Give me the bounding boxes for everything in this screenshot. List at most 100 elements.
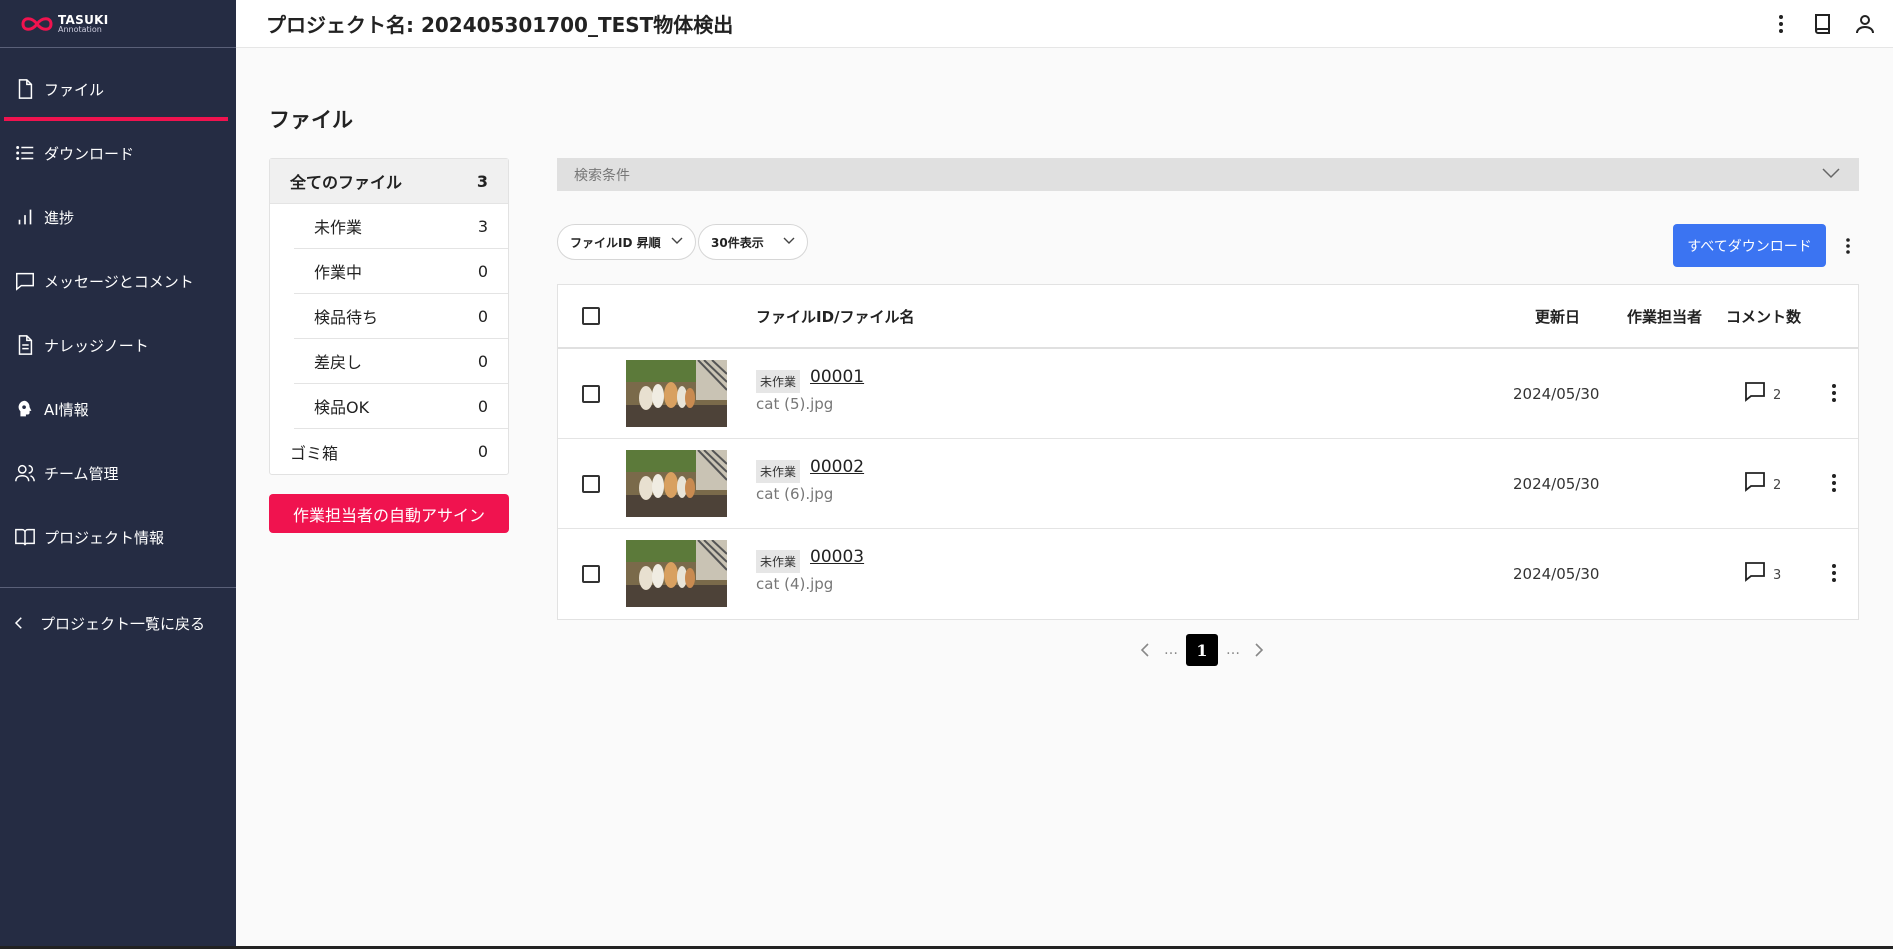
chat-icon bbox=[14, 270, 36, 292]
book-icon bbox=[14, 526, 36, 548]
file-thumbnail[interactable] bbox=[626, 360, 727, 427]
chevron-right-icon bbox=[1255, 643, 1264, 657]
chat-icon bbox=[1745, 472, 1765, 492]
file-id-link[interactable]: 00002 bbox=[810, 457, 864, 477]
filter-label: 検品待ち bbox=[314, 308, 379, 327]
search-label: 検索条件 bbox=[574, 167, 630, 184]
column-header-comments: コメント数 bbox=[1726, 307, 1802, 326]
auto-assign-button[interactable]: 作業担当者の自動アサイン bbox=[269, 494, 509, 533]
search-conditions-toggle[interactable]: 検索条件 bbox=[557, 158, 1859, 191]
row-menu-button[interactable] bbox=[1822, 379, 1846, 407]
filter-in-progress[interactable]: 作業中 0 bbox=[294, 249, 508, 294]
file-thumbnail[interactable] bbox=[626, 450, 727, 517]
sidebar-item-progress[interactable]: 進捗 bbox=[0, 185, 236, 249]
column-header-file[interactable]: ファイルID/ファイル名 bbox=[756, 306, 915, 327]
chevron-left-icon bbox=[10, 612, 28, 634]
filter-returned[interactable]: 差戻し 0 bbox=[294, 339, 508, 384]
download-all-button[interactable]: すべてダウンロード bbox=[1673, 224, 1826, 267]
filter-not-started[interactable]: 未作業 3 bbox=[294, 204, 508, 249]
section-title: ファイル bbox=[269, 108, 353, 132]
sidebar-item-messages[interactable]: メッセージとコメント bbox=[0, 249, 236, 313]
filter-count: 3 bbox=[476, 171, 488, 191]
kebab-icon bbox=[1832, 474, 1836, 492]
column-header-updated[interactable]: 更新日 bbox=[1535, 306, 1580, 327]
bar-chart-icon bbox=[14, 206, 36, 228]
next-page-button[interactable] bbox=[1248, 635, 1270, 665]
back-to-projects-link[interactable]: プロジェクト一覧に戻る bbox=[0, 588, 236, 658]
sidebar-item-label: ナレッジノート bbox=[44, 336, 149, 355]
sidebar-item-label: AI情報 bbox=[44, 400, 89, 419]
comment-count-button[interactable]: 3 bbox=[1743, 559, 1781, 583]
row-menu-button[interactable] bbox=[1822, 469, 1846, 497]
page-number-current[interactable]: 1 bbox=[1186, 634, 1218, 666]
user-account-button[interactable] bbox=[1851, 10, 1879, 38]
page-title: プロジェクト名: 202405301700_TEST物体検出 bbox=[266, 13, 734, 37]
table-row[interactable]: 未作業 00002 cat (6).jpg 2024/05/30 2 bbox=[558, 439, 1858, 529]
sidebar-nav: ファイル ダウンロード 進捗 メッセージとコメント ナレッジノート AI情報 チ… bbox=[0, 57, 236, 569]
more-menu-button[interactable] bbox=[1767, 10, 1795, 38]
sidebar-item-ai-info[interactable]: AI情報 bbox=[0, 377, 236, 441]
filter-count: 0 bbox=[477, 442, 488, 461]
sidebar-item-label: チーム管理 bbox=[44, 464, 119, 483]
user-icon bbox=[1856, 14, 1874, 33]
pagination-ellipsis: … bbox=[1164, 642, 1178, 658]
table-row[interactable]: 未作業 00003 cat (4).jpg 2024/05/30 3 bbox=[558, 529, 1858, 619]
row-checkbox[interactable] bbox=[582, 475, 600, 493]
file-id-link[interactable]: 00001 bbox=[810, 367, 864, 387]
sidebar-item-label: ファイル bbox=[44, 80, 105, 99]
table-header: ファイルID/ファイル名 更新日 作業担当者 コメント数 bbox=[558, 285, 1858, 349]
status-badge: 未作業 bbox=[756, 460, 801, 483]
status-badge: 未作業 bbox=[756, 370, 801, 393]
filter-trash[interactable]: ゴミ箱 0 bbox=[270, 429, 508, 474]
sidebar-item-project-info[interactable]: プロジェクト情報 bbox=[0, 505, 236, 569]
column-header-assignee: 作業担当者 bbox=[1627, 307, 1703, 326]
filter-all-files[interactable]: 全てのファイル 3 bbox=[270, 159, 508, 204]
per-page-select[interactable]: 30件表示 bbox=[698, 224, 808, 260]
filter-inspection-ok[interactable]: 検品OK 0 bbox=[294, 384, 508, 429]
ai-head-icon bbox=[14, 398, 36, 420]
sidebar-item-files[interactable]: ファイル bbox=[0, 57, 236, 121]
comment-count-button[interactable]: 2 bbox=[1743, 469, 1781, 493]
file-name: cat (5).jpg bbox=[756, 395, 834, 413]
manual-button[interactable] bbox=[1809, 10, 1837, 38]
filter-count: 0 bbox=[477, 351, 488, 371]
sort-select[interactable]: ファイルID 昇順 bbox=[557, 224, 696, 260]
comment-count-button[interactable]: 2 bbox=[1743, 379, 1781, 403]
file-id-link[interactable]: 00003 bbox=[810, 547, 864, 567]
cat-photo-thumbnail bbox=[626, 450, 727, 517]
comment-count: 2 bbox=[1773, 388, 1782, 403]
chevron-left-icon bbox=[1140, 643, 1149, 657]
list-options-button[interactable] bbox=[1836, 232, 1860, 260]
brand[interactable]: TASUKI Annotation bbox=[0, 0, 236, 48]
kebab-icon bbox=[1779, 14, 1783, 33]
sidebar-item-knowledge[interactable]: ナレッジノート bbox=[0, 313, 236, 377]
row-checkbox[interactable] bbox=[582, 565, 600, 583]
kebab-icon bbox=[1832, 384, 1836, 402]
comment-count: 2 bbox=[1773, 478, 1782, 493]
file-name: cat (6).jpg bbox=[756, 485, 834, 503]
back-label: プロジェクト一覧に戻る bbox=[40, 614, 206, 633]
row-menu-button[interactable] bbox=[1822, 559, 1846, 587]
sidebar-item-team[interactable]: チーム管理 bbox=[0, 441, 236, 505]
filter-count: 3 bbox=[477, 216, 488, 236]
file-thumbnail[interactable] bbox=[626, 540, 727, 607]
chevron-down-icon bbox=[1822, 168, 1840, 179]
table-row[interactable]: 未作業 00001 cat (5).jpg 2024/05/30 2 bbox=[558, 349, 1858, 439]
file-name: cat (4).jpg bbox=[756, 575, 834, 593]
filter-count: 0 bbox=[477, 261, 488, 281]
team-icon bbox=[14, 462, 36, 484]
brand-name: TASUKI bbox=[58, 12, 109, 27]
filter-awaiting-inspection[interactable]: 検品待ち 0 bbox=[294, 294, 508, 339]
prev-page-button[interactable] bbox=[1134, 635, 1156, 665]
brand-sub: Annotation bbox=[58, 24, 102, 34]
sidebar-item-download[interactable]: ダウンロード bbox=[0, 121, 236, 185]
row-checkbox[interactable] bbox=[582, 385, 600, 403]
chevron-down-icon bbox=[783, 237, 795, 244]
list-icon bbox=[14, 142, 36, 164]
sidebar-item-label: プロジェクト情報 bbox=[44, 528, 165, 547]
book-icon bbox=[1815, 13, 1830, 34]
status-filter-panel: 全てのファイル 3 未作業 3 作業中 0 検品待ち 0 差戻し 0 検品OK … bbox=[269, 158, 509, 475]
cat-photo-thumbnail bbox=[626, 360, 727, 427]
chevron-down-icon bbox=[671, 237, 683, 244]
select-all-checkbox[interactable] bbox=[582, 307, 600, 325]
